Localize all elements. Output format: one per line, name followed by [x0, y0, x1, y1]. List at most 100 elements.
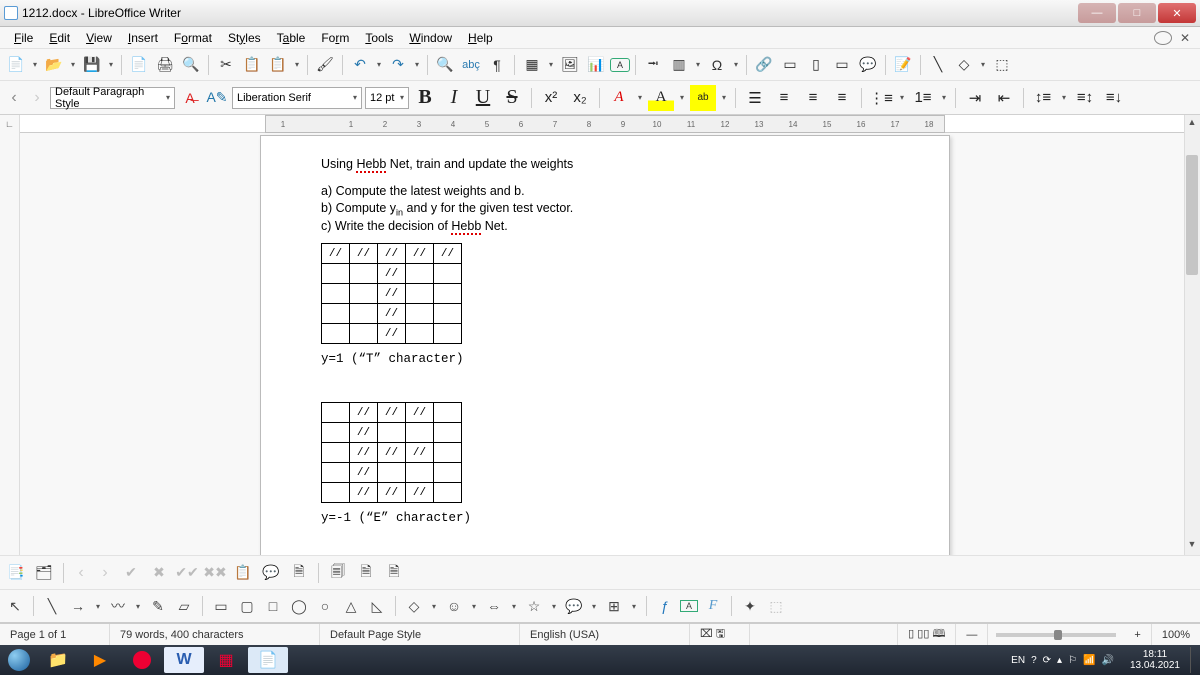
status-page-style[interactable]: Default Page Style: [320, 624, 520, 645]
basic-shapes-button[interactable]: ◇: [952, 53, 976, 77]
menu-help[interactable]: Help: [460, 31, 501, 45]
indent-decrease-button[interactable]: ⇤: [991, 85, 1017, 111]
underline-button[interactable]: U: [470, 85, 496, 111]
insert-textbox-button[interactable]: A: [610, 58, 630, 72]
insert-comment-button[interactable]: 💬: [259, 561, 283, 585]
scroll-up-arrow-icon[interactable]: ▲: [1186, 117, 1198, 131]
font-name-combo[interactable]: Liberation Serif▾: [232, 87, 362, 109]
window-minimize-button[interactable]: —: [1078, 3, 1116, 23]
taskbar-word-icon[interactable]: W: [164, 647, 204, 673]
open-button[interactable]: 📂: [42, 53, 66, 77]
spellcheck-button[interactable]: abç: [459, 53, 483, 77]
find-button[interactable]: 🔍: [433, 53, 457, 77]
reject-all-button[interactable]: ✖✖: [203, 561, 227, 585]
char-background-button[interactable]: ab: [690, 85, 716, 111]
document-close-button[interactable]: ✕: [1176, 31, 1194, 45]
align-center-button[interactable]: ≡: [800, 85, 826, 111]
insert-image-button[interactable]: 🖼: [558, 53, 582, 77]
menu-view[interactable]: View: [78, 31, 120, 45]
menu-form[interactable]: Form: [313, 31, 357, 45]
line-tool-button[interactable]: ╲: [41, 595, 63, 617]
insert-table-button[interactable]: ▦: [520, 53, 544, 77]
indent-increase-button[interactable]: ⇥: [962, 85, 988, 111]
select-tool-button[interactable]: ↖: [4, 595, 26, 617]
line-button[interactable]: ╲: [926, 53, 950, 77]
font-color-button[interactable]: A: [606, 85, 632, 111]
align-left-button[interactable]: ≡: [771, 85, 797, 111]
bullet-list-button[interactable]: ⋮≡: [868, 85, 894, 111]
arrow-tool-button[interactable]: →: [67, 595, 89, 617]
clone-formatting-button[interactable]: 🖌: [313, 53, 337, 77]
trackchanges-button[interactable]: 📝: [891, 53, 915, 77]
textbox-draw-button[interactable]: A: [680, 600, 698, 612]
manage-changes-button[interactable]: 📋: [231, 561, 255, 585]
scroll-down-arrow-icon[interactable]: ▼: [1186, 539, 1198, 553]
status-page[interactable]: Page 1 of 1: [0, 624, 110, 645]
start-button[interactable]: [2, 647, 36, 673]
window-maximize-button[interactable]: □: [1118, 3, 1156, 23]
paragraph-style-combo[interactable]: Default Paragraph Style▾: [50, 87, 175, 109]
ellipse-tool-button[interactable]: ◯: [288, 595, 310, 617]
tray-help-icon[interactable]: ?: [1031, 655, 1037, 666]
para-spacing-button[interactable]: ≡↕: [1072, 85, 1098, 111]
curve-tool-button[interactable]: 〰: [107, 595, 129, 617]
insert-chart-button[interactable]: 📊: [584, 53, 608, 77]
new-doc-button[interactable]: 📄: [4, 53, 28, 77]
taskbar-media-icon[interactable]: ▶: [80, 647, 120, 673]
formatting-marks-button[interactable]: ¶: [485, 53, 509, 77]
update-icon[interactable]: [1154, 31, 1172, 45]
accept-change-button[interactable]: ✔: [119, 561, 143, 585]
horizontal-ruler[interactable]: 1123456789101112131415161718: [20, 115, 1184, 133]
menu-edit[interactable]: Edit: [41, 31, 78, 45]
rect-tool-button[interactable]: ▭: [210, 595, 232, 617]
taskbar-explorer-icon[interactable]: 📁: [38, 647, 78, 673]
bold-button[interactable]: B: [412, 85, 438, 111]
callout-shapes-button[interactable]: 💬: [563, 595, 585, 617]
next-change-button[interactable]: ›: [95, 564, 115, 582]
tray-network-icon[interactable]: 📶: [1083, 655, 1095, 666]
form-nav-button[interactable]: 🗂: [32, 561, 56, 585]
number-list-button[interactable]: 1≡: [910, 85, 936, 111]
star-shapes-button[interactable]: ☆: [523, 595, 545, 617]
flowchart-shapes-button[interactable]: ⊞: [603, 595, 625, 617]
polygon-tool-button[interactable]: ▱: [173, 595, 195, 617]
paste-button[interactable]: 📋: [266, 53, 290, 77]
reject-change-button[interactable]: ✖: [147, 561, 171, 585]
fontwork2-button[interactable]: F: [702, 595, 724, 617]
zoom-in-button[interactable]: +: [1124, 624, 1151, 645]
taskbar-opera-icon[interactable]: [122, 647, 162, 673]
comment-button[interactable]: 💬: [856, 53, 880, 77]
status-language[interactable]: English (USA): [520, 624, 690, 645]
crossref-button[interactable]: ▭: [830, 53, 854, 77]
bookmark-button[interactable]: ▯: [804, 53, 828, 77]
hyperlink-button[interactable]: 🔗: [752, 53, 776, 77]
save-button[interactable]: 💾: [80, 53, 104, 77]
diamond-tool-button[interactable]: ◇: [403, 595, 425, 617]
redo-button[interactable]: ↷: [386, 53, 410, 77]
para-spacing2-button[interactable]: ≡↓: [1101, 85, 1127, 111]
prev-change-button[interactable]: ‹: [71, 564, 91, 582]
triangle-tool-button[interactable]: △: [340, 595, 362, 617]
insert-pagebreak-button[interactable]: ⭲: [641, 53, 665, 77]
menu-format[interactable]: Format: [166, 31, 220, 45]
right-triangle-button[interactable]: ◺: [366, 595, 388, 617]
copy-button[interactable]: 📋: [240, 53, 264, 77]
print-button[interactable]: 🖨: [153, 53, 177, 77]
taskbar-writer-icon[interactable]: 📄: [248, 647, 288, 673]
print-preview-button[interactable]: 🔍: [179, 53, 203, 77]
align-justify-button[interactable]: ☰: [742, 85, 768, 111]
show-desktop-button[interactable]: [1190, 647, 1198, 673]
rect-rounded-button[interactable]: ▢: [236, 595, 258, 617]
window-close-button[interactable]: ✕: [1158, 3, 1196, 23]
document-page[interactable]: Using Hebb Net, train and update the wei…: [260, 135, 950, 555]
insert-symbol-button[interactable]: Ω: [705, 53, 729, 77]
arrow-shapes-button[interactable]: ⇔: [483, 595, 505, 617]
protect-record-button[interactable]: 🗎: [382, 561, 406, 585]
subscript-button[interactable]: x₂: [567, 85, 593, 111]
superscript-button[interactable]: x²: [538, 85, 564, 111]
menu-tools[interactable]: Tools: [357, 31, 401, 45]
taskbar-app2-icon[interactable]: ▦: [206, 647, 246, 673]
tray-lang[interactable]: EN: [1011, 655, 1025, 666]
zoom-out-button[interactable]: —: [956, 624, 988, 645]
align-right-button[interactable]: ≡: [829, 85, 855, 111]
